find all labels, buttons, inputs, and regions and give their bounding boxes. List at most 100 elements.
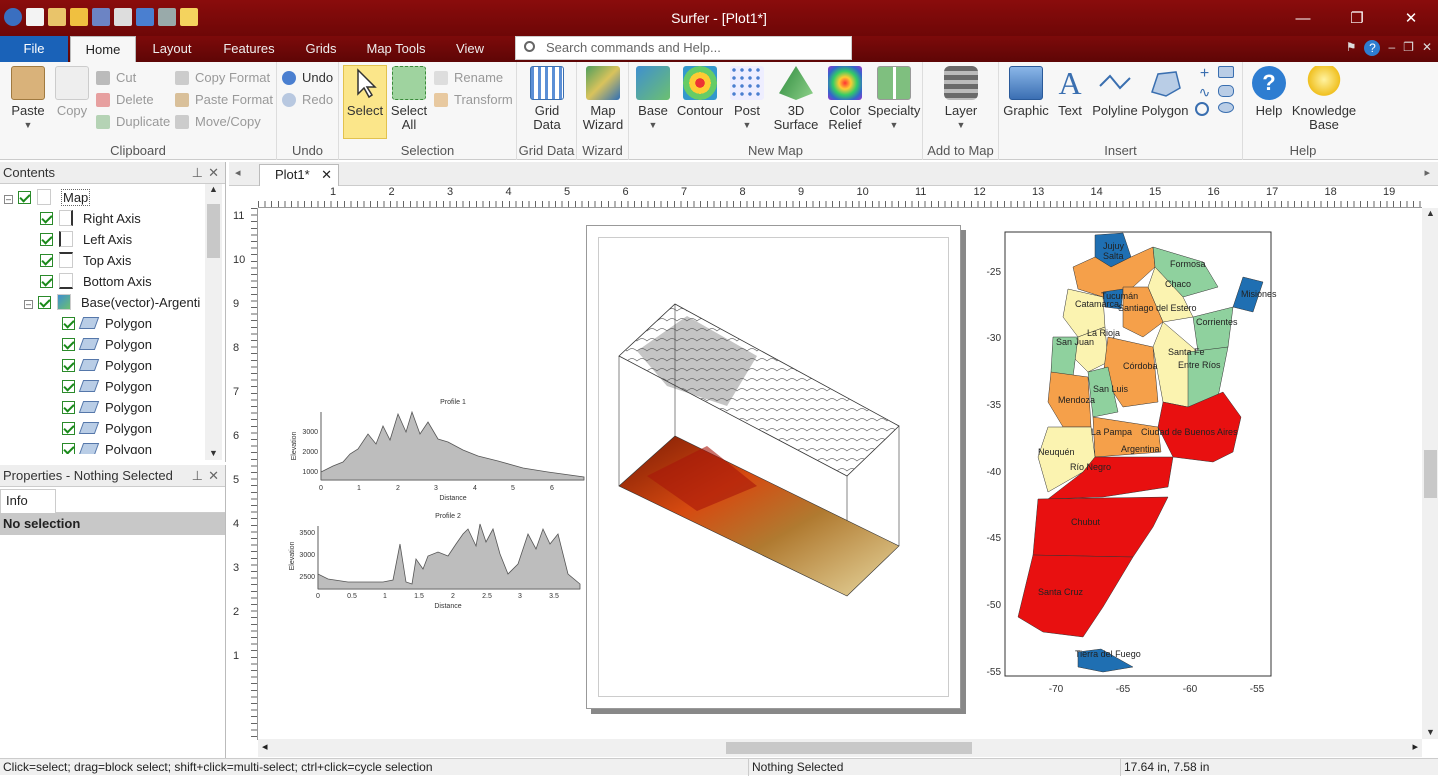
tab-file[interactable]: File	[0, 36, 68, 62]
rename-button[interactable]: Rename	[434, 68, 503, 88]
visibility-checkbox[interactable]	[40, 254, 53, 267]
post-map-button[interactable]: Post ▼	[727, 66, 767, 132]
select-button[interactable]: Select	[343, 65, 387, 139]
contour-map-button[interactable]: Contour	[675, 66, 725, 118]
cut-button[interactable]: Cut	[96, 68, 136, 88]
rectangle-icon[interactable]	[1217, 66, 1234, 78]
visibility-checkbox[interactable]	[62, 401, 75, 414]
tab-info[interactable]: Info	[0, 489, 56, 513]
3d-surface-button[interactable]: 3D Surface	[769, 66, 823, 132]
tree-item-left-axis[interactable]: Left Axis	[40, 229, 132, 250]
collapse-icon[interactable]: –	[4, 195, 13, 204]
visibility-checkbox[interactable]	[62, 422, 75, 435]
tree-item-polygon[interactable]: Polygon	[62, 376, 152, 397]
tab-layout[interactable]: Layout	[140, 36, 204, 62]
copy-format-button[interactable]: Copy Format	[175, 68, 270, 88]
scroll-down-icon[interactable]: ▼	[1422, 727, 1438, 737]
pin-icon[interactable]: ⊥	[192, 162, 203, 184]
close-button[interactable]: ✕	[1384, 0, 1438, 36]
tab-close-icon[interactable]: ✕	[321, 165, 332, 185]
tab-plot1[interactable]: Plot1* ✕	[259, 164, 339, 186]
contents-close-icon[interactable]: ✕	[208, 162, 219, 184]
copy-button[interactable]: Copy	[52, 66, 92, 118]
move-copy-button[interactable]: Move/Copy	[175, 112, 261, 132]
specialty-map-button[interactable]: Specialty ▼	[867, 66, 921, 132]
visibility-checkbox[interactable]	[62, 380, 75, 393]
canvas-horizontal-scrollbar[interactable]: ◂ ▸	[258, 739, 1422, 757]
3d-surface-map[interactable]	[607, 296, 927, 626]
visibility-checkbox[interactable]	[62, 317, 75, 330]
doc-minimize-icon[interactable]: –	[1388, 40, 1395, 56]
spline-icon[interactable]: ∿	[1195, 85, 1215, 99]
transform-button[interactable]: Transform	[434, 90, 513, 110]
grid-data-button[interactable]: Grid Data	[525, 66, 569, 132]
help-button[interactable]: ? Help	[1249, 66, 1289, 118]
select-all-button[interactable]: Select All	[389, 66, 429, 132]
tree-item-polygon[interactable]: Polygon	[62, 439, 152, 454]
insert-graphic-button[interactable]: Graphic	[1001, 66, 1051, 118]
visibility-checkbox[interactable]	[38, 296, 51, 309]
horizontal-scroll-thumb[interactable]	[726, 742, 972, 754]
plot-canvas[interactable]: Profile 1 1000 2000 3000 0 1 2 3 4 5 6 D…	[258, 209, 1422, 739]
vertical-scroll-thumb[interactable]	[1424, 450, 1437, 498]
scroll-up-icon[interactable]: ▲	[1422, 208, 1438, 218]
rounded-rect-icon[interactable]	[1217, 85, 1234, 97]
color-relief-button[interactable]: Color Relief	[825, 66, 865, 132]
tree-item-polygon[interactable]: Polygon	[62, 334, 152, 355]
tab-scroll-right-icon[interactable]: ▸	[1424, 166, 1430, 179]
undo-button[interactable]: Undo	[282, 68, 333, 88]
tab-view[interactable]: View	[444, 36, 496, 62]
scroll-thumb[interactable]	[207, 204, 220, 258]
insert-polygon-button[interactable]: Polygon	[1141, 66, 1189, 118]
scroll-right-icon[interactable]: ▸	[1412, 740, 1418, 753]
tree-item-polygon[interactable]: Polygon	[62, 355, 152, 376]
layer-button[interactable]: Layer ▼	[939, 66, 983, 132]
tab-grids[interactable]: Grids	[294, 36, 348, 62]
profile-charts[interactable]: Profile 1 1000 2000 3000 0 1 2 3 4 5 6 D…	[288, 384, 588, 614]
tree-item-polygon[interactable]: Polygon	[62, 418, 152, 439]
knowledge-base-button[interactable]: Knowledge Base	[1289, 66, 1359, 132]
visibility-checkbox[interactable]	[18, 191, 31, 204]
insert-polyline-button[interactable]: Polyline	[1091, 66, 1139, 118]
tab-features[interactable]: Features	[214, 36, 284, 62]
pin-icon[interactable]: ⊥	[192, 465, 203, 487]
visibility-checkbox[interactable]	[62, 443, 75, 454]
tab-scroll-left-icon[interactable]: ◂	[235, 166, 241, 179]
tab-home[interactable]: Home	[70, 36, 136, 62]
tree-item-bottom-axis[interactable]: Bottom Axis	[40, 271, 152, 292]
visibility-checkbox[interactable]	[40, 233, 53, 246]
collapse-icon[interactable]: –	[24, 300, 33, 309]
symbol-icon[interactable]	[1194, 102, 1209, 116]
map-wizard-button[interactable]: Map Wizard	[581, 66, 625, 132]
canvas-vertical-scrollbar[interactable]: ▲ ▼	[1422, 208, 1438, 739]
visibility-checkbox[interactable]	[40, 275, 53, 288]
doc-restore-icon[interactable]: ❐	[1403, 40, 1414, 56]
restore-button[interactable]: ❐	[1330, 0, 1384, 36]
flag-icon[interactable]: ⚑	[1346, 40, 1357, 56]
visibility-checkbox[interactable]	[62, 338, 75, 351]
tree-item-map[interactable]: – Map	[4, 187, 91, 208]
visibility-checkbox[interactable]	[62, 359, 75, 372]
minimize-button[interactable]: —	[1276, 0, 1330, 36]
paste-format-button[interactable]: Paste Format	[175, 90, 273, 110]
ellipse-icon[interactable]	[1217, 102, 1234, 113]
search-commands-input[interactable]: Search commands and Help...	[515, 36, 852, 60]
tree-item-polygon[interactable]: Polygon	[62, 313, 152, 334]
contents-scrollbar[interactable]: ▲ ▼	[205, 184, 222, 460]
visibility-checkbox[interactable]	[40, 212, 53, 225]
tree-item-top-axis[interactable]: Top Axis	[40, 250, 131, 271]
help-circle-icon[interactable]: ?	[1364, 40, 1381, 56]
argentina-base-map[interactable]: Jujuy Salta Formosa Chaco Misiones Tucum…	[983, 227, 1303, 705]
redo-button[interactable]: Redo	[282, 90, 333, 110]
scroll-down-icon[interactable]: ▼	[205, 448, 222, 458]
paste-button[interactable]: Paste ▼	[6, 66, 50, 132]
tree-item-right-axis[interactable]: Right Axis	[40, 208, 141, 229]
delete-button[interactable]: Delete	[96, 90, 154, 110]
page-frame[interactable]	[586, 225, 961, 709]
insert-shapes-button[interactable]: + ∿	[1193, 66, 1239, 116]
properties-close-icon[interactable]: ✕	[208, 465, 219, 487]
tab-map-tools[interactable]: Map Tools	[358, 36, 434, 62]
base-map-button[interactable]: Base ▼	[633, 66, 673, 132]
doc-close-icon[interactable]: ✕	[1422, 40, 1432, 56]
plus-icon[interactable]: +	[1195, 66, 1215, 82]
